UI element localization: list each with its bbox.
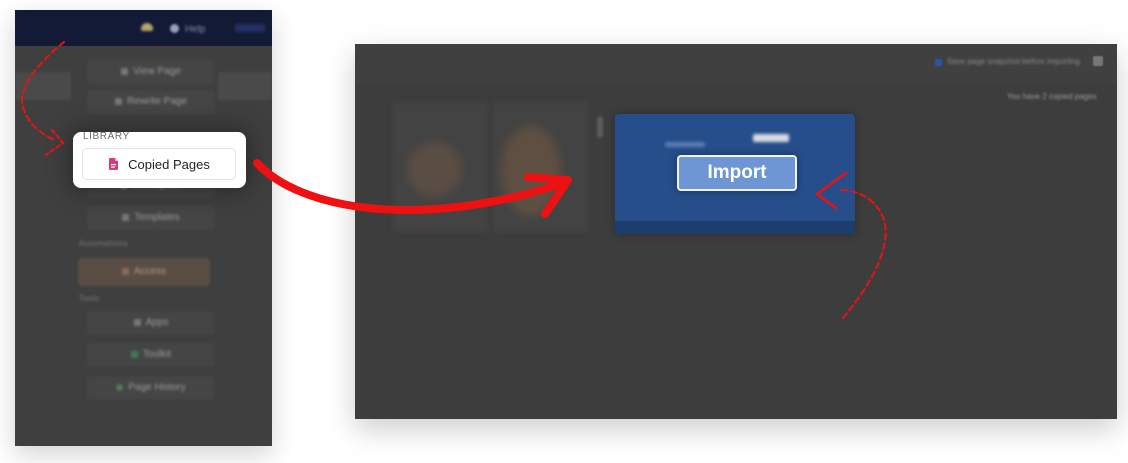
left-sidebar-screenshot: Help View Page Rewrite Page Workspace Te… <box>15 10 272 446</box>
app-header-bar: Help <box>15 10 272 46</box>
edit-icon <box>114 97 122 105</box>
thumbnail-image <box>501 126 561 216</box>
template-icon <box>122 213 130 221</box>
menu-item-access[interactable]: Access <box>78 258 210 286</box>
menu-item-label: Page History <box>128 382 186 393</box>
background-panel <box>15 72 71 100</box>
thumbnail-image <box>407 142 462 197</box>
cloud-icon <box>141 23 153 31</box>
menu-item-templates[interactable]: Templates <box>87 206 215 230</box>
history-icon <box>116 383 124 391</box>
snapshot-checkbox[interactable] <box>935 59 942 66</box>
copy-pages-icon <box>109 158 119 170</box>
menu-item-toolkit[interactable]: Toolkit <box>87 343 215 367</box>
menu-item-label: View Page <box>133 66 181 77</box>
copied-count-text: You have 2 copied pages <box>1007 92 1097 101</box>
scrollbar[interactable] <box>597 116 603 138</box>
copied-pages-label: Copied Pages <box>128 156 210 172</box>
menu-item-label: Toolkit <box>142 349 172 360</box>
import-button[interactable]: Import <box>677 155 797 191</box>
menu-item-label: Templates <box>134 212 180 223</box>
help-link[interactable]: Help <box>185 24 206 35</box>
menu-item-label: Access <box>133 266 167 277</box>
card-footer <box>615 221 855 234</box>
import-modal-screenshot: Save page snapshot before importing You … <box>355 44 1117 419</box>
toolkit-icon <box>130 350 138 358</box>
snapshot-setting-label: Save page snapshot before importing <box>947 57 1080 66</box>
help-icon <box>170 24 179 33</box>
background-panel <box>218 72 272 100</box>
library-popup: LIBRARY Copied Pages <box>73 131 246 188</box>
header-action <box>235 24 265 32</box>
menu-item-rewrite-page[interactable]: Rewrite Page <box>87 90 215 114</box>
menu-item-apps[interactable]: Apps <box>87 311 215 335</box>
menu-item-page-history[interactable]: Page History <box>87 376 215 400</box>
menu-item-label: Rewrite Page <box>126 96 188 107</box>
copied-pages-button[interactable]: Copied Pages <box>82 148 236 180</box>
card-badge <box>753 134 789 142</box>
section-label: Automations <box>79 239 128 248</box>
menu-item-view-page[interactable]: View Page <box>87 60 215 84</box>
eye-icon <box>121 67 129 75</box>
close-icon[interactable] <box>1093 56 1103 66</box>
apps-icon <box>133 318 141 326</box>
card-text-line <box>665 142 705 147</box>
key-icon <box>121 267 129 275</box>
section-label: Tools <box>79 294 100 303</box>
library-section-label: LIBRARY <box>83 131 130 142</box>
modal-top-bar: Save page snapshot before importing <box>355 44 1117 84</box>
page-thumbnail[interactable] <box>393 102 488 232</box>
menu-item-label: Apps <box>145 317 169 328</box>
page-thumbnail[interactable] <box>493 102 588 232</box>
